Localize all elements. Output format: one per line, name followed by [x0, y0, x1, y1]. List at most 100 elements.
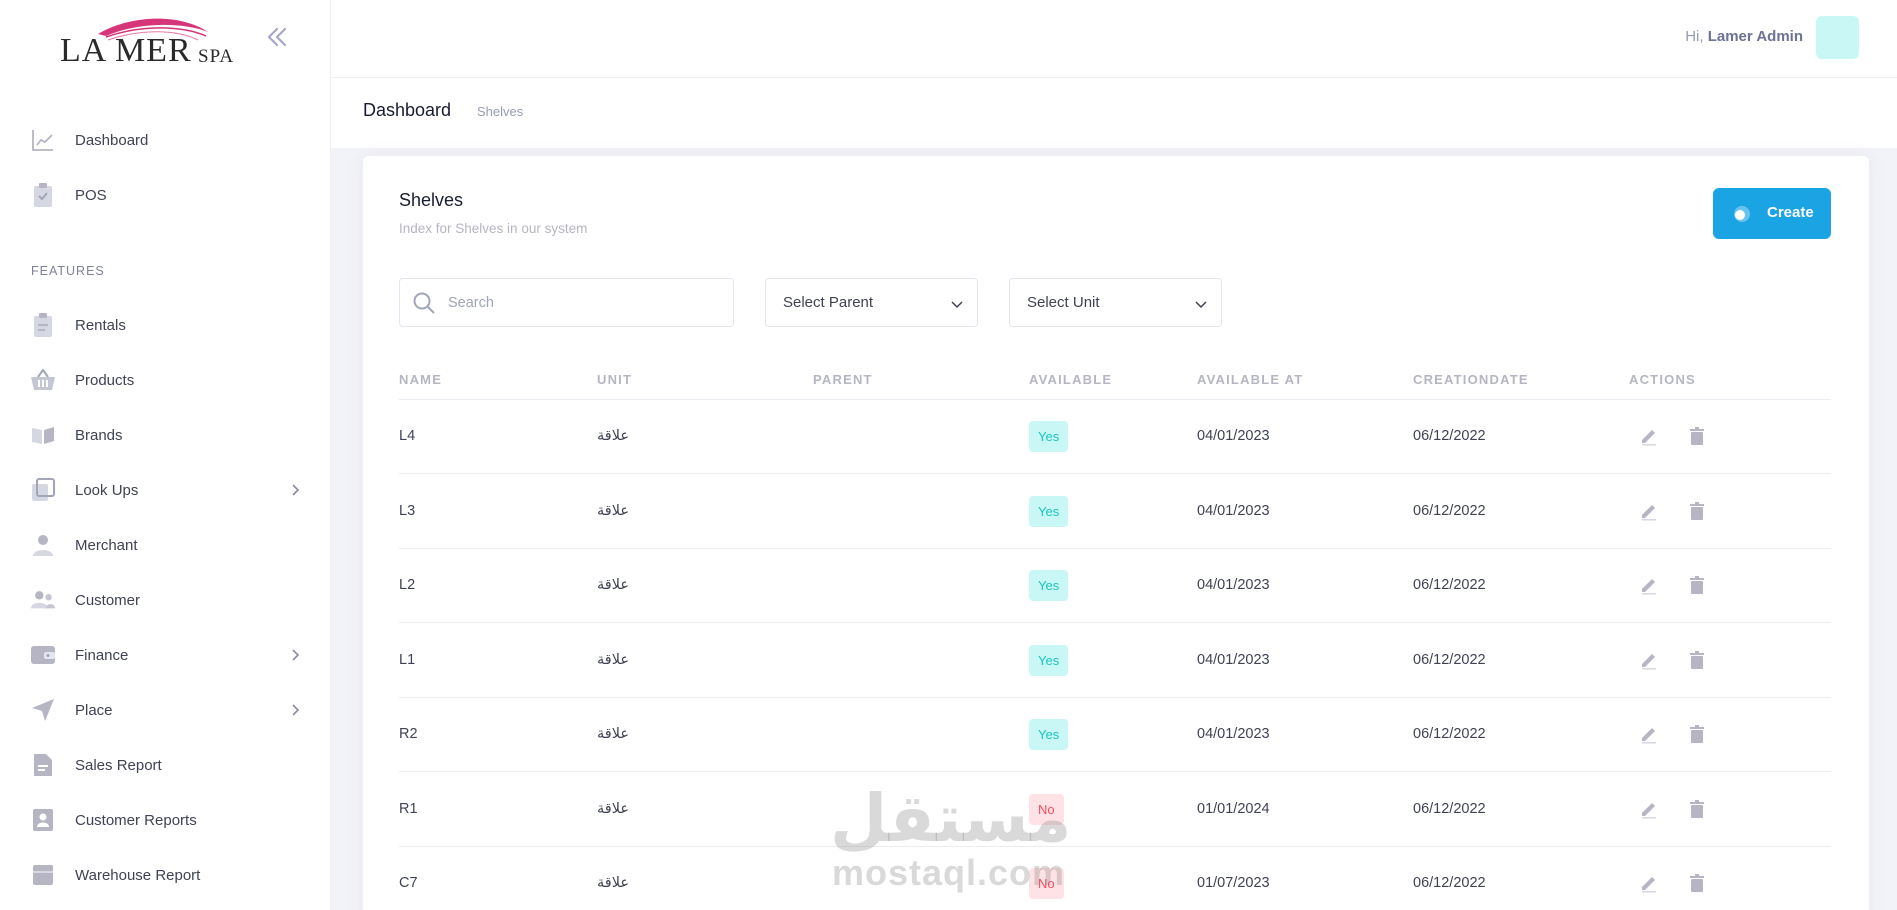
- sidebar-item-dashboard[interactable]: Dashboard: [0, 120, 331, 160]
- sidebar-item-lookups[interactable]: Look Ups: [0, 470, 331, 510]
- edit-icon[interactable]: [1639, 650, 1659, 670]
- sidebar-item-sales-report[interactable]: Sales Report: [0, 745, 331, 785]
- search-input[interactable]: [448, 291, 718, 315]
- cell-unit: علاقة: [597, 502, 630, 519]
- sidebar-item-label: Brands: [75, 426, 123, 444]
- sidebar-item-merchant[interactable]: Merchant: [0, 525, 331, 565]
- layers-icon: [30, 477, 56, 503]
- sidebar-item-label: Dashboard: [75, 131, 149, 149]
- cell-creation-date: 06/12/2022: [1413, 800, 1486, 817]
- table-row[interactable]: R2 علاقة Yes 04/01/2023 06/12/2022: [399, 698, 1831, 772]
- file-report-icon: [30, 752, 56, 778]
- status-badge: Yes: [1029, 570, 1069, 601]
- cell-name: R1: [399, 800, 418, 817]
- sidebar-item-label: Customer Reports: [75, 811, 197, 829]
- card-description: Index for Shelves in our system: [399, 221, 588, 236]
- select-parent[interactable]: Select Parent: [765, 278, 978, 327]
- edit-icon[interactable]: [1639, 799, 1659, 819]
- sidebar: LA MER SPA Dashboard POS FEATURES Rental…: [0, 0, 331, 910]
- sidebar-item-warehouse-report[interactable]: Warehouse Report: [0, 855, 331, 895]
- chart-line-icon: [30, 127, 56, 153]
- cell-creation-date: 06/12/2022: [1413, 577, 1486, 593]
- search-icon: [412, 291, 436, 315]
- table-row[interactable]: R1 علاقة No 01/01/2024 06/12/2022: [399, 773, 1831, 847]
- cell-unit: علاقة: [597, 726, 630, 742]
- status-badge: Yes: [1029, 719, 1069, 750]
- card-title: Shelves: [399, 190, 464, 210]
- logo-spa-text: SPA: [198, 46, 235, 67]
- sidebar-item-brands[interactable]: Brands: [0, 415, 331, 455]
- table-row[interactable]: C7 علاقة No 01/07/2023 06/12/2022: [399, 847, 1831, 910]
- sidebar-item-label: Customer: [75, 591, 141, 609]
- table-row[interactable]: L4 علاقة Yes 04/01/2023 06/12/2022: [399, 400, 1831, 474]
- delete-icon[interactable]: [1687, 873, 1707, 893]
- sidebar-item-products[interactable]: Products: [0, 360, 331, 400]
- user-greeting[interactable]: Hi, Lamer Admin: [1685, 28, 1803, 45]
- cell-unit: علاقة: [597, 875, 630, 891]
- top-header: Hi, Lamer Admin: [331, 0, 1897, 78]
- edit-icon[interactable]: [1639, 575, 1659, 595]
- contact-card-icon: [30, 807, 56, 833]
- cell-creation-date: 06/12/2022: [1413, 875, 1486, 891]
- delete-icon[interactable]: [1687, 724, 1707, 744]
- status-badge: Yes: [1029, 644, 1069, 676]
- collapse-sidebar-icon[interactable]: [264, 24, 290, 50]
- column-header-creation-date[interactable]: CREATIONDATE: [1413, 372, 1529, 387]
- delete-icon[interactable]: [1687, 650, 1707, 670]
- sidebar-item-customer[interactable]: Customer: [0, 580, 331, 620]
- cell-name: L3: [399, 502, 416, 519]
- column-header-available-at[interactable]: AVAILABLE AT: [1197, 372, 1303, 387]
- cell-creation-date: 06/12/2022: [1413, 726, 1486, 742]
- edit-icon[interactable]: [1639, 873, 1659, 893]
- create-button[interactable]: Create: [1713, 188, 1831, 239]
- sidebar-item-label: Sales Report: [75, 756, 162, 774]
- logo-text: LA MER: [60, 32, 192, 69]
- edit-icon[interactable]: [1639, 501, 1659, 521]
- sidebar-item-pos[interactable]: POS: [0, 175, 331, 215]
- column-header-parent[interactable]: PARENT: [813, 372, 873, 387]
- cell-name: C7: [399, 875, 418, 891]
- table-row[interactable]: L2 علاقة Yes 04/01/2023 06/12/2022: [399, 549, 1831, 623]
- user-name: Lamer Admin: [1707, 28, 1803, 45]
- sidebar-item-place[interactable]: Place: [0, 690, 331, 730]
- delete-icon[interactable]: [1687, 575, 1707, 595]
- column-header-unit[interactable]: UNIT: [597, 372, 632, 387]
- cell-available-at: 01/07/2023: [1197, 875, 1270, 891]
- sidebar-item-finance[interactable]: Finance: [0, 635, 331, 675]
- sidebar-item-label: POS: [75, 186, 107, 204]
- status-badge: Yes: [1029, 495, 1069, 527]
- table-row[interactable]: L1 علاقة Yes 04/01/2023 06/12/2022: [399, 624, 1831, 698]
- delete-icon[interactable]: [1687, 799, 1707, 819]
- delete-icon[interactable]: [1687, 501, 1707, 521]
- page-title[interactable]: Dashboard: [363, 100, 451, 121]
- sidebar-item-rentals[interactable]: Rentals: [0, 305, 331, 345]
- sidebar-item-label: Rentals: [75, 316, 126, 334]
- subheader: [331, 78, 1897, 148]
- cell-name: L1: [399, 651, 416, 668]
- column-header-name[interactable]: NAME: [399, 372, 442, 387]
- sidebar-item-label: Finance: [75, 646, 129, 664]
- cell-available-at: 04/01/2023: [1197, 651, 1270, 668]
- chevron-right-icon: [288, 703, 302, 717]
- chevron-down-icon: [951, 297, 963, 309]
- cell-available-at: 04/01/2023: [1197, 726, 1270, 742]
- navigation-icon: [30, 697, 56, 723]
- column-header-actions: ACTIONS: [1629, 372, 1696, 387]
- cell-name: L4: [399, 428, 416, 444]
- sidebar-item-customer-reports[interactable]: Customer Reports: [0, 800, 331, 840]
- sidebar-item-label: Products: [75, 371, 135, 389]
- edit-icon[interactable]: [1639, 724, 1659, 744]
- column-header-available[interactable]: AVAILABLE: [1029, 372, 1112, 387]
- table-row[interactable]: L3 علاقة Yes 04/01/2023 06/12/2022: [399, 475, 1831, 549]
- avatar[interactable]: [1816, 16, 1859, 59]
- edit-icon[interactable]: [1639, 426, 1659, 446]
- cell-available-at: 04/01/2023: [1197, 428, 1270, 444]
- delete-icon[interactable]: [1687, 426, 1707, 446]
- search-box: [399, 278, 734, 327]
- select-unit[interactable]: Select Unit: [1009, 278, 1222, 327]
- greeting-text: Hi,: [1685, 28, 1704, 45]
- clipboard-icon: [30, 312, 56, 338]
- brand-logo[interactable]: LA MER SPA: [58, 12, 238, 69]
- breadcrumb-current: Shelves: [477, 104, 524, 119]
- chevron-right-icon: [288, 648, 302, 662]
